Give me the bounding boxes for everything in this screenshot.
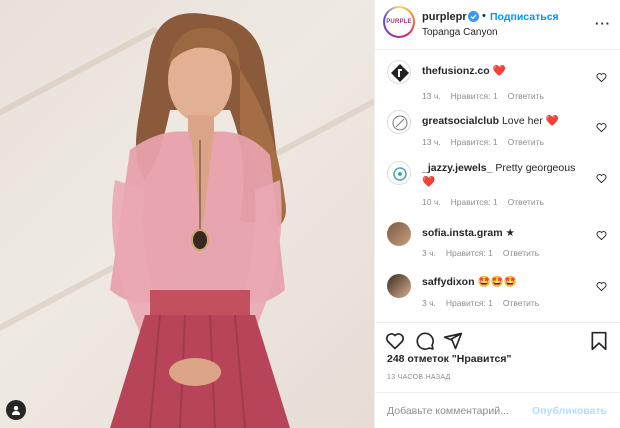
comment-meta: 3 ч. Нравится: 1 Ответить bbox=[422, 298, 539, 308]
comment-username[interactable]: sofia.insta.gram bbox=[422, 227, 503, 239]
commenter-avatar[interactable] bbox=[387, 161, 411, 185]
comment-text: sofia.insta.gram ★ bbox=[422, 226, 582, 240]
more-options-icon[interactable]: ··· bbox=[595, 16, 611, 31]
reply-button[interactable]: Ответить bbox=[503, 248, 539, 258]
commenter-avatar[interactable] bbox=[387, 222, 411, 246]
comment-meta: 10 ч. Нравится: 1 Ответить bbox=[422, 197, 544, 207]
comment-body: Love her bbox=[501, 115, 543, 127]
post-modal: PURPLE purplepr • Подписаться Topanga Ca… bbox=[0, 0, 620, 428]
add-comment-bar: Опубликовать bbox=[375, 392, 620, 428]
comment-likes[interactable]: Нравится: 1 bbox=[451, 91, 498, 101]
comment-like-heart-icon[interactable] bbox=[596, 281, 607, 292]
comment-item: sofia.insta.gram ★ 3 ч. Нравится: 1 Отве… bbox=[375, 220, 620, 268]
add-comment-input[interactable] bbox=[387, 403, 537, 419]
jazzy-jewels-logo-icon bbox=[393, 167, 407, 181]
post-timestamp: 13 ЧАСОВ НАЗАД bbox=[387, 374, 451, 381]
comment-username[interactable]: saffydixon bbox=[422, 276, 475, 288]
comment-emoji: ❤️ bbox=[545, 115, 559, 127]
comment-body: Pretty georgeous bbox=[495, 162, 576, 174]
author-avatar[interactable]: PURPLE bbox=[383, 6, 415, 38]
author-username[interactable]: purplepr bbox=[422, 11, 467, 23]
reply-button[interactable]: Ответить bbox=[503, 298, 539, 308]
comment-item: _jazzy.jewels_ Pretty georgeous ❤️ 10 ч.… bbox=[375, 158, 620, 216]
comment-icon[interactable] bbox=[415, 331, 435, 351]
comment-likes[interactable]: Нравится: 1 bbox=[451, 197, 498, 207]
comment-meta: 3 ч. Нравится: 1 Ответить bbox=[422, 248, 539, 258]
reply-button[interactable]: Ответить bbox=[508, 197, 544, 207]
comment-item: greatsocialclub Love her ❤️ 13 ч. Нравит… bbox=[375, 108, 620, 158]
commenter-avatar[interactable] bbox=[387, 60, 411, 84]
follow-button[interactable]: Подписаться bbox=[490, 11, 559, 23]
comment-time: 3 ч. bbox=[422, 248, 436, 258]
woman-figure-image bbox=[110, 13, 290, 428]
comment-item: thefusionz.co ❤️ 13 ч. Нравится: 1 Ответ… bbox=[375, 58, 620, 110]
commenter-avatar[interactable] bbox=[387, 274, 411, 298]
separator-dot: • bbox=[482, 10, 486, 22]
comment-item: saffydixon 🤩🤩🤩 3 ч. Нравится: 1 Ответить bbox=[375, 270, 620, 320]
comment-text: thefusionz.co ❤️ bbox=[422, 64, 582, 78]
comment-time: 10 ч. bbox=[422, 197, 441, 207]
social-club-logo-icon bbox=[392, 115, 408, 131]
post-header: PURPLE purplepr • Подписаться Topanga Ca… bbox=[375, 0, 620, 50]
reply-button[interactable]: Ответить bbox=[508, 91, 544, 101]
comment-time: 3 ч. bbox=[422, 298, 436, 308]
comment-like-heart-icon[interactable] bbox=[596, 122, 607, 133]
location-link[interactable]: Topanga Canyon bbox=[422, 27, 498, 38]
comment-like-heart-icon[interactable] bbox=[596, 72, 607, 83]
tag-icon bbox=[12, 406, 20, 415]
verified-icon bbox=[468, 11, 479, 22]
comment-time: 13 ч. bbox=[422, 91, 441, 101]
comment-username[interactable]: thefusionz.co bbox=[422, 65, 490, 77]
comment-emoji: 🤩🤩🤩 bbox=[477, 276, 517, 288]
commenter-avatar[interactable] bbox=[387, 110, 411, 134]
comment-emoji: ❤️ bbox=[422, 176, 436, 188]
author-avatar-logo: PURPLE bbox=[385, 8, 413, 36]
comment-likes[interactable]: Нравится: 1 bbox=[446, 248, 493, 258]
comment-likes[interactable]: Нравится: 1 bbox=[446, 298, 493, 308]
comment-meta: 13 ч. Нравится: 1 Ответить bbox=[422, 91, 544, 101]
post-photo[interactable] bbox=[0, 0, 374, 428]
publish-button[interactable]: Опубликовать bbox=[532, 405, 607, 417]
reply-button[interactable]: Ответить bbox=[508, 137, 544, 147]
comment-like-heart-icon[interactable] bbox=[596, 230, 607, 241]
comment-emoji: ❤️ bbox=[492, 65, 506, 77]
likes-count[interactable]: 248 отметок "Нравится" bbox=[387, 353, 511, 365]
comment-time: 13 ч. bbox=[422, 137, 441, 147]
comment-likes[interactable]: Нравится: 1 bbox=[451, 137, 498, 147]
bookmark-icon[interactable] bbox=[589, 331, 609, 351]
share-icon[interactable] bbox=[443, 331, 463, 351]
comment-username[interactable]: greatsocialclub bbox=[422, 115, 499, 127]
comment-text: greatsocialclub Love her ❤️ bbox=[422, 114, 582, 128]
comment-body: ★ bbox=[505, 227, 515, 239]
post-side-panel: PURPLE purplepr • Подписаться Topanga Ca… bbox=[374, 0, 620, 428]
heart-icon[interactable] bbox=[385, 331, 405, 351]
fusion-logo-icon bbox=[391, 64, 409, 82]
comments-list: thefusionz.co ❤️ 13 ч. Нравится: 1 Ответ… bbox=[375, 50, 620, 320]
comment-text: saffydixon 🤩🤩🤩 bbox=[422, 275, 582, 289]
comment-username[interactable]: _jazzy.jewels_ bbox=[422, 162, 492, 174]
comment-text: _jazzy.jewels_ Pretty georgeous ❤️ bbox=[422, 161, 582, 189]
comment-like-heart-icon[interactable] bbox=[596, 173, 607, 184]
tag-people-button[interactable] bbox=[6, 400, 26, 420]
comment-meta: 13 ч. Нравится: 1 Ответить bbox=[422, 137, 544, 147]
